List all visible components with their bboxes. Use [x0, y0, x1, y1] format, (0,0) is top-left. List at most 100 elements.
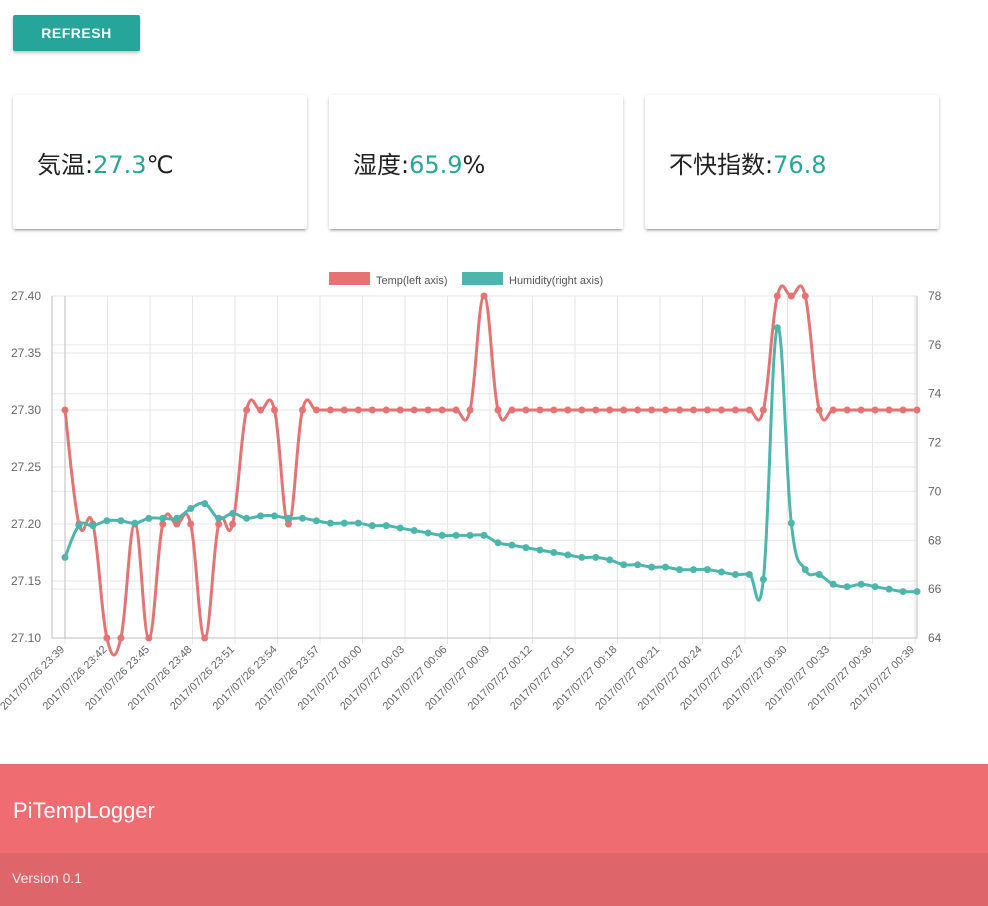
temp-data-point [536, 406, 544, 414]
temp-data-point [843, 406, 851, 414]
humidity-data-point [745, 570, 753, 578]
temp-data-point [340, 406, 348, 414]
legend-label: Humidity(right axis) [509, 275, 603, 287]
y-left-tick-label: 27.10 [11, 631, 41, 645]
y-right-tick-label: 76 [928, 338, 942, 352]
humidity-unit: % [462, 151, 486, 179]
temp-data-point [480, 292, 488, 300]
humidity-data-point [801, 566, 809, 574]
humidity-data-point [634, 561, 642, 569]
humidity-data-point [145, 514, 153, 522]
temp-data-point [396, 406, 404, 414]
y-right-tick-label: 78 [928, 289, 942, 303]
humidity-data-point [298, 514, 306, 522]
humidity-data-point [354, 519, 362, 527]
humidity-data-point [257, 512, 265, 520]
temp-data-point [564, 406, 572, 414]
humidity-data-point [201, 500, 209, 508]
humidity-data-point [522, 544, 530, 552]
version-label: Version 0.1 [12, 870, 83, 886]
temp-data-point [466, 406, 474, 414]
humidity-data-point [215, 514, 223, 522]
humidity-data-point [326, 519, 334, 527]
temp-data-point [382, 406, 390, 414]
discomfort-index-reading: 不快指数:76.8 [669, 145, 827, 180]
humidity-data-point [731, 570, 739, 578]
temp-data-point [298, 406, 306, 414]
temp-data-point [620, 406, 628, 414]
y-left-tick-label: 27.30 [11, 403, 41, 417]
temp-data-point [606, 406, 614, 414]
humidity-data-point [61, 553, 69, 561]
y-left-tick-label: 27.25 [11, 460, 41, 474]
temperature-card: 気温:27.3℃ [13, 95, 307, 229]
temp-data-point [368, 406, 376, 414]
humidity-data-point [885, 585, 893, 593]
humidity-label: 湿度: [353, 151, 410, 179]
humidity-data-point [857, 580, 865, 588]
temp-data-point [801, 292, 809, 300]
temp-data-point [857, 406, 865, 414]
temp-data-point [871, 406, 879, 414]
humidity-data-point [173, 514, 181, 522]
temp-data-point [243, 406, 251, 414]
humidity-data-point [578, 553, 586, 561]
y-right-tick-label: 70 [928, 484, 942, 498]
legend-swatch [462, 272, 503, 285]
temp-data-point [690, 406, 698, 414]
humidity-data-point [843, 583, 851, 591]
temp-data-point [271, 406, 279, 414]
temp-data-point [494, 406, 502, 414]
y-left-tick-label: 27.20 [11, 517, 41, 531]
humidity-data-point [89, 522, 97, 530]
humidity-data-point [703, 566, 711, 574]
temp-data-point [648, 406, 656, 414]
temp-data-point [117, 634, 125, 642]
humidity-data-point [913, 588, 921, 596]
humidity-card: 湿度:65.9% [329, 95, 623, 229]
humidity-reading: 湿度:65.9% [353, 145, 485, 180]
humidity-data-point [117, 517, 125, 525]
temp-data-point [354, 406, 362, 414]
temp-data-point [731, 406, 739, 414]
humidity-data-point [815, 570, 823, 578]
temp-data-point [759, 406, 767, 414]
refresh-button[interactable]: REFRESH [13, 15, 140, 51]
temp-data-point [550, 406, 558, 414]
footer-copyright-bar: Version 0.1 [0, 853, 988, 906]
humidity-data-point [592, 553, 600, 561]
humidity-data-point [536, 546, 544, 554]
y-right-tick-label: 68 [928, 533, 942, 547]
legend-label: Temp(left axis) [376, 275, 448, 287]
y-left-tick-label: 27.35 [11, 346, 41, 360]
humidity-data-point [564, 551, 572, 559]
humidity-data-point [480, 531, 488, 539]
humidity-data-point [690, 566, 698, 574]
humidity-data-point [662, 563, 670, 571]
footer: PiTempLogger Version 0.1 [0, 764, 988, 906]
temp-data-point [312, 406, 320, 414]
footer-title: PiTempLogger [13, 798, 155, 823]
temp-data-point [745, 406, 753, 414]
y-left-tick-label: 27.40 [11, 289, 41, 303]
temp-data-point [829, 406, 837, 414]
temp-data-point [508, 406, 516, 414]
humidity-data-point [648, 563, 656, 571]
discomfort-index-card: 不快指数:76.8 [645, 95, 939, 229]
temp-data-point [145, 634, 153, 642]
humidity-value: 65.9 [409, 151, 463, 179]
temp-data-point [592, 406, 600, 414]
temp-data-point [578, 406, 586, 414]
humidity-data-point [773, 324, 781, 332]
humidity-data-point [243, 514, 251, 522]
humidity-data-point [452, 531, 460, 539]
temp-data-point [634, 406, 642, 414]
temperature-value: 27.3 [93, 151, 147, 179]
humidity-data-point [550, 549, 558, 556]
legend-swatch [329, 272, 370, 285]
humidity-data-point [75, 522, 83, 530]
humidity-data-point [438, 531, 446, 539]
temperature-label: 気温: [37, 151, 94, 179]
temp-data-point [103, 634, 111, 642]
temp-data-point [201, 634, 209, 642]
